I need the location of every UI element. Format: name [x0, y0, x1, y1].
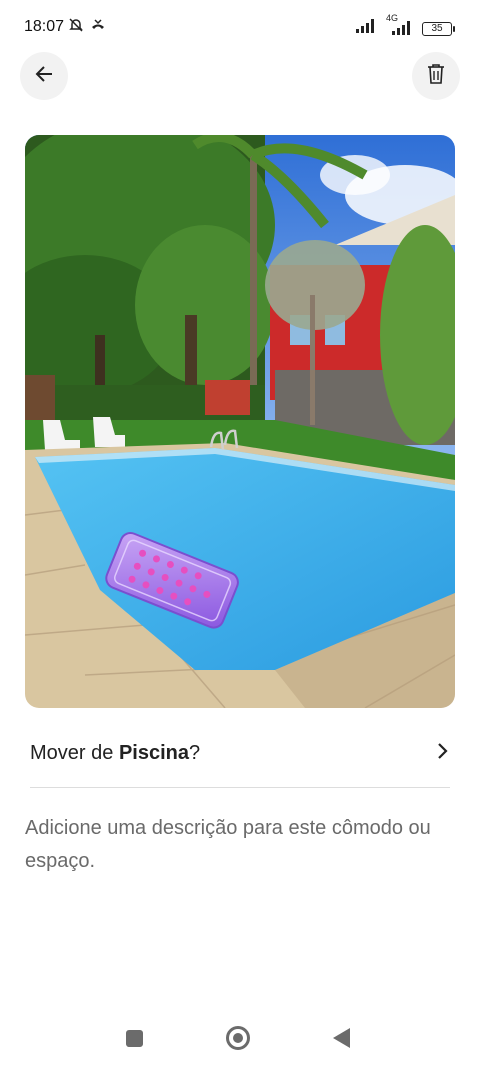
- battery-icon: 35: [422, 21, 455, 36]
- back-button[interactable]: [20, 52, 68, 100]
- battery-level: 35: [431, 22, 443, 34]
- system-nav-bar: [0, 1010, 480, 1067]
- missed-call-icon: [90, 17, 106, 38]
- move-prefix: Mover de: [30, 741, 119, 764]
- room-photo[interactable]: [25, 135, 455, 708]
- home-button[interactable]: [226, 1026, 250, 1050]
- network-type-label: 4G: [386, 13, 399, 23]
- trash-icon: [427, 63, 445, 89]
- status-icons-left: [68, 17, 106, 38]
- recents-button[interactable]: [126, 1030, 143, 1047]
- delete-button[interactable]: [412, 52, 460, 100]
- move-room-row[interactable]: Mover de Piscina?: [30, 730, 450, 776]
- description-input[interactable]: Adicione uma descrição para este cômodo …: [25, 812, 445, 878]
- status-time: 18:07: [24, 18, 65, 35]
- status-bar: 18:07 4G 35: [0, 0, 480, 54]
- signal-4g-icon: 4G: [384, 13, 414, 40]
- mute-bell-icon: [68, 17, 84, 38]
- move-suffix: ?: [188, 741, 201, 764]
- signal-icon: [356, 19, 376, 38]
- arrow-left-icon: [34, 64, 54, 89]
- chevron-right-icon: [436, 742, 450, 765]
- divider: [30, 787, 450, 788]
- system-back-button[interactable]: [333, 1028, 350, 1048]
- status-icons-right: 4G 35: [356, 13, 455, 40]
- move-room-label: Mover de Piscina?: [30, 742, 200, 765]
- room-name: Piscina: [118, 741, 189, 764]
